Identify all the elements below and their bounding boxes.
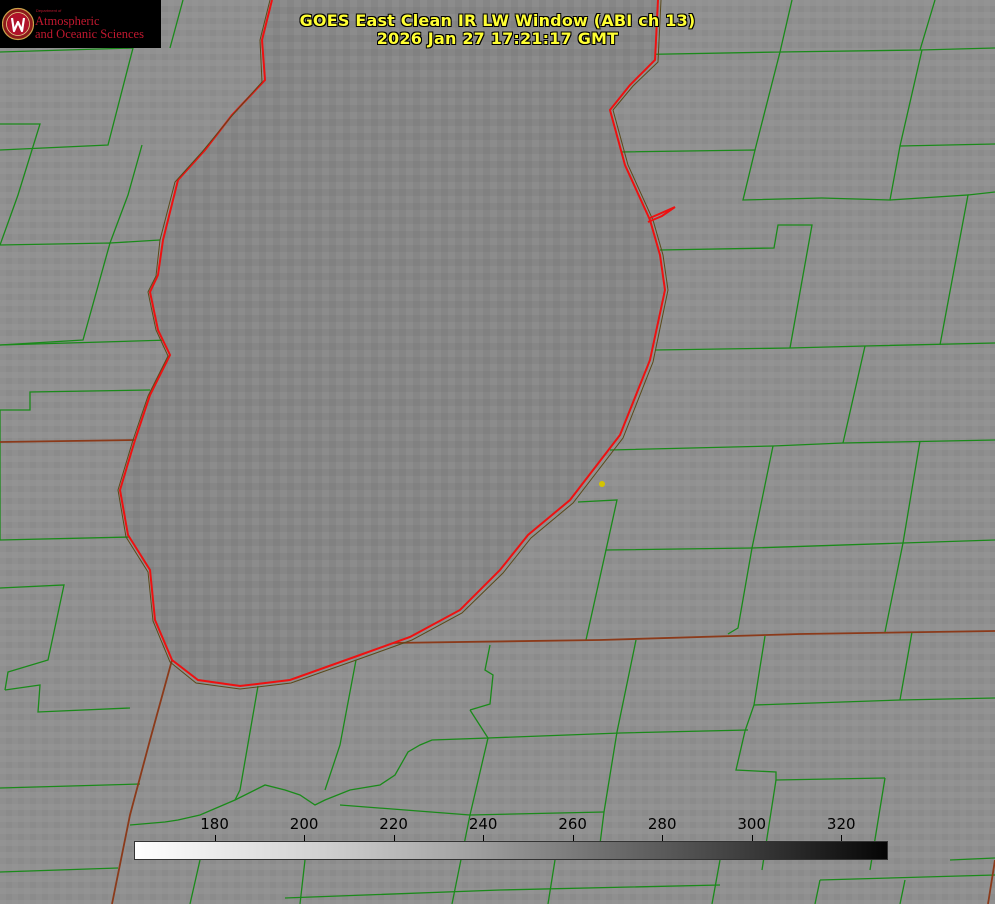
colorbar-tick-label: 280 <box>647 815 677 833</box>
colorbar-tick-label: 200 <box>289 815 319 833</box>
colorbar-tick-label: 220 <box>379 815 408 833</box>
colorbar-tick-label: 300 <box>737 815 767 833</box>
uw-aos-logo: Department of Atmospheric and Oceanic Sc… <box>0 0 161 48</box>
location-marker <box>599 481 605 487</box>
colorbar-tick-label: 240 <box>468 815 498 833</box>
colorbar-tick-label: 320 <box>826 815 856 833</box>
ir-satellite-map <box>0 0 995 904</box>
logo-line-2: and Oceanic Sciences <box>35 27 144 41</box>
logo-department-text: Department of <box>36 8 62 13</box>
satellite-image-viewer: GOES East Clean IR LW Window (ABI ch 13)… <box>0 0 995 904</box>
temperature-colorbar <box>134 841 888 860</box>
colorbar-tick-label: 260 <box>558 815 587 833</box>
uw-seal-icon <box>2 7 34 41</box>
colorbar-tick-label: 180 <box>200 815 229 833</box>
